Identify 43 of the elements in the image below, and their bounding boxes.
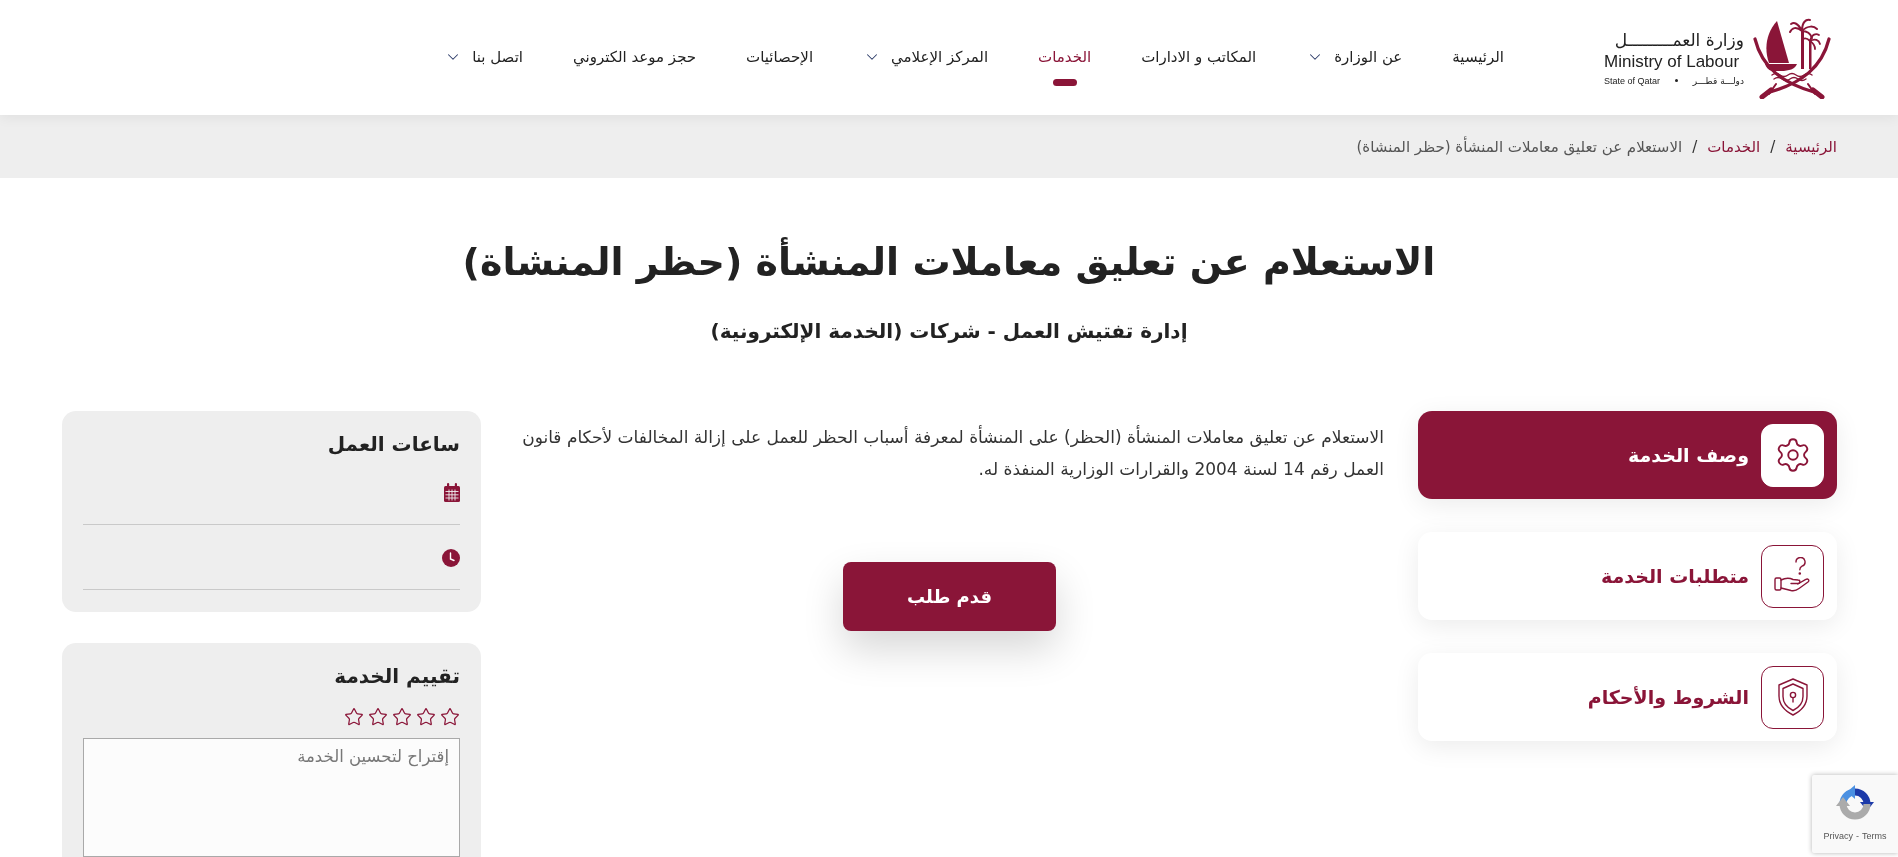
nav-link[interactable]: اتصل بنا [444, 46, 523, 68]
nav-link[interactable]: الرئيسية [1452, 46, 1504, 68]
breadcrumb-separator: / [1692, 137, 1698, 156]
calendar-icon [444, 483, 460, 502]
star-icon[interactable] [392, 707, 412, 727]
gear-icon [1761, 423, 1824, 487]
breadcrumb-separator: / [1770, 137, 1776, 156]
suggestion-field[interactable]: إقتراح لتحسين الخدمة [83, 738, 460, 857]
panel-title: ساعات العمل [326, 431, 460, 458]
nav-link[interactable]: المركز الإعلامي [863, 46, 989, 68]
star-icon[interactable] [344, 707, 364, 727]
dot-icon [1674, 79, 1678, 82]
nav-link[interactable]: الإحصائيات [746, 46, 814, 68]
breadcrumb-current: الاستعلام عن تعليق معاملات المنشأة (حظر المنشاة) [1356, 137, 1683, 156]
shield-keyhole-icon [1761, 665, 1824, 729]
star-icon[interactable] [368, 707, 388, 727]
nav-link[interactable]: الخدمات [1038, 46, 1092, 86]
privacy-link[interactable]: Privacy [1823, 831, 1853, 841]
service-tab[interactable]: الشروط والأحكام [1418, 653, 1837, 741]
breadcrumb-link[interactable]: الخدمات [1707, 137, 1761, 156]
hand-question-icon [1761, 544, 1824, 608]
nav-link[interactable]: المكاتب و الادارات [1141, 46, 1257, 68]
logo-country-arabic: دولـــة قطـــر [1692, 74, 1744, 87]
logo-english-name: Ministry of Labour [1604, 50, 1741, 72]
panel-title: تقييم الخدمة [333, 663, 460, 690]
logo-arabic-name: وزارة العمـــــــــل [1613, 28, 1744, 51]
star-icon[interactable] [416, 707, 436, 727]
breadcrumb-link[interactable]: الرئيسية [1785, 137, 1837, 156]
nav-link[interactable]: عن الوزارة [1306, 46, 1403, 68]
page-subtitle: إدارة تفتيش العمل - شركات (الخدمة الإلكترونية) [709, 318, 1189, 345]
service-tab[interactable]: وصف الخدمة [1418, 411, 1837, 499]
service-description: الاستعلام عن تعليق معاملات المنشأة (الحظر) على المنشأة لمعرفة أسباب الحظر للعمل على إزالة المخالفات لأحكام قانون العمل رقم 14 لسنة 2004 والقرارات الوزارية المنفذة له. [521, 424, 1384, 481]
terms-link[interactable]: Terms [1862, 831, 1887, 841]
page-title: الاستعلام عن تعليق معاملات المنشأة (حظر المنشاة) [0, 236, 1898, 288]
service-tab[interactable]: متطلبات الخدمة [1418, 532, 1837, 620]
apply-button[interactable]: قدم طلب [843, 562, 1056, 631]
star-rating[interactable] [344, 707, 460, 727]
nav-link[interactable]: حجز موعد الكتروني [572, 46, 697, 68]
logo-country-english: State of Qatar [1604, 74, 1661, 87]
clock-icon [442, 549, 460, 567]
pill-indicator-icon [1052, 79, 1077, 86]
link-separator: - [1856, 831, 1859, 841]
star-icon[interactable] [440, 707, 460, 727]
